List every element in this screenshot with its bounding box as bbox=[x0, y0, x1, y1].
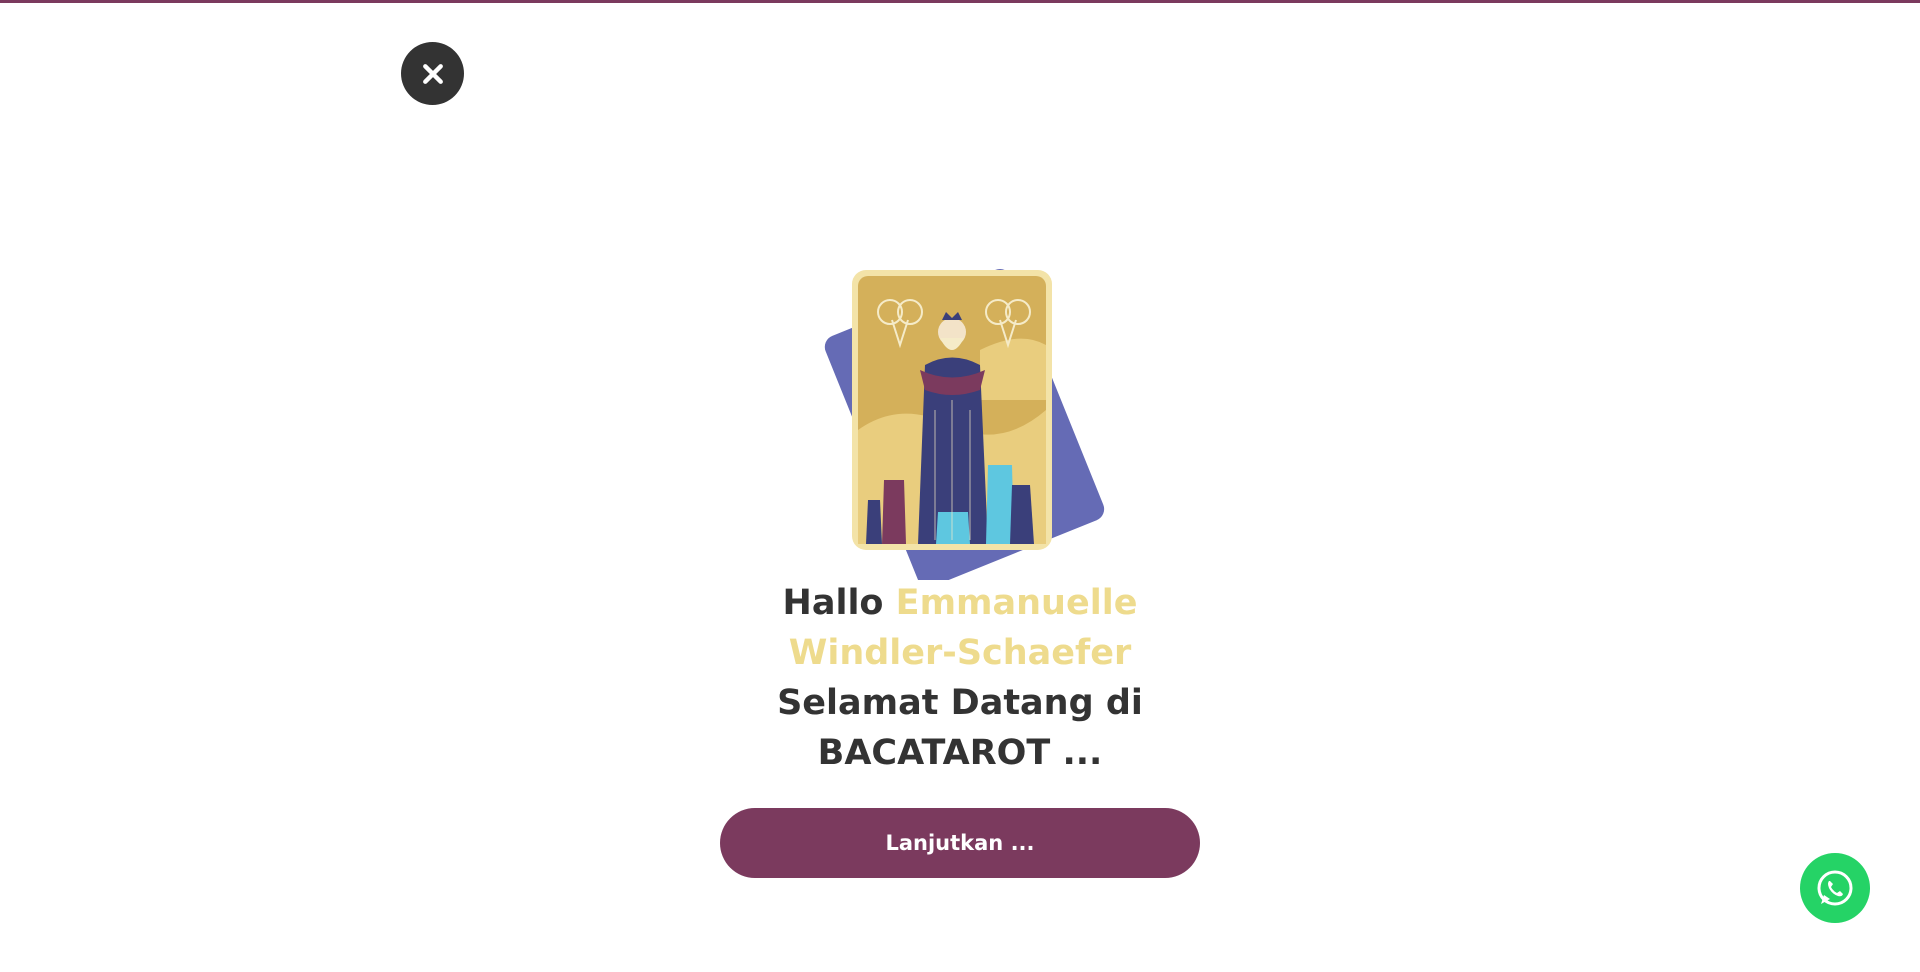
close-button[interactable] bbox=[401, 42, 464, 105]
continue-button[interactable]: Lanjutkan ... bbox=[720, 808, 1200, 878]
welcome-text: Selamat Datang di BACATAROT ... bbox=[700, 678, 1220, 778]
greeting-text: Hallo Emmanuelle Windler-Schaefer bbox=[700, 578, 1220, 678]
whatsapp-button[interactable] bbox=[1800, 853, 1870, 923]
close-icon bbox=[422, 63, 443, 84]
welcome-line-2: BACATAROT ... bbox=[817, 733, 1103, 773]
whatsapp-icon bbox=[1817, 870, 1853, 906]
top-accent-line bbox=[0, 0, 1920, 3]
tarot-card-emperor-icon bbox=[824, 269, 1105, 580]
greeting-prefix: Hallo bbox=[782, 583, 884, 623]
tarot-card-illustration bbox=[820, 250, 1110, 580]
welcome-line-1: Selamat Datang di bbox=[777, 683, 1143, 723]
